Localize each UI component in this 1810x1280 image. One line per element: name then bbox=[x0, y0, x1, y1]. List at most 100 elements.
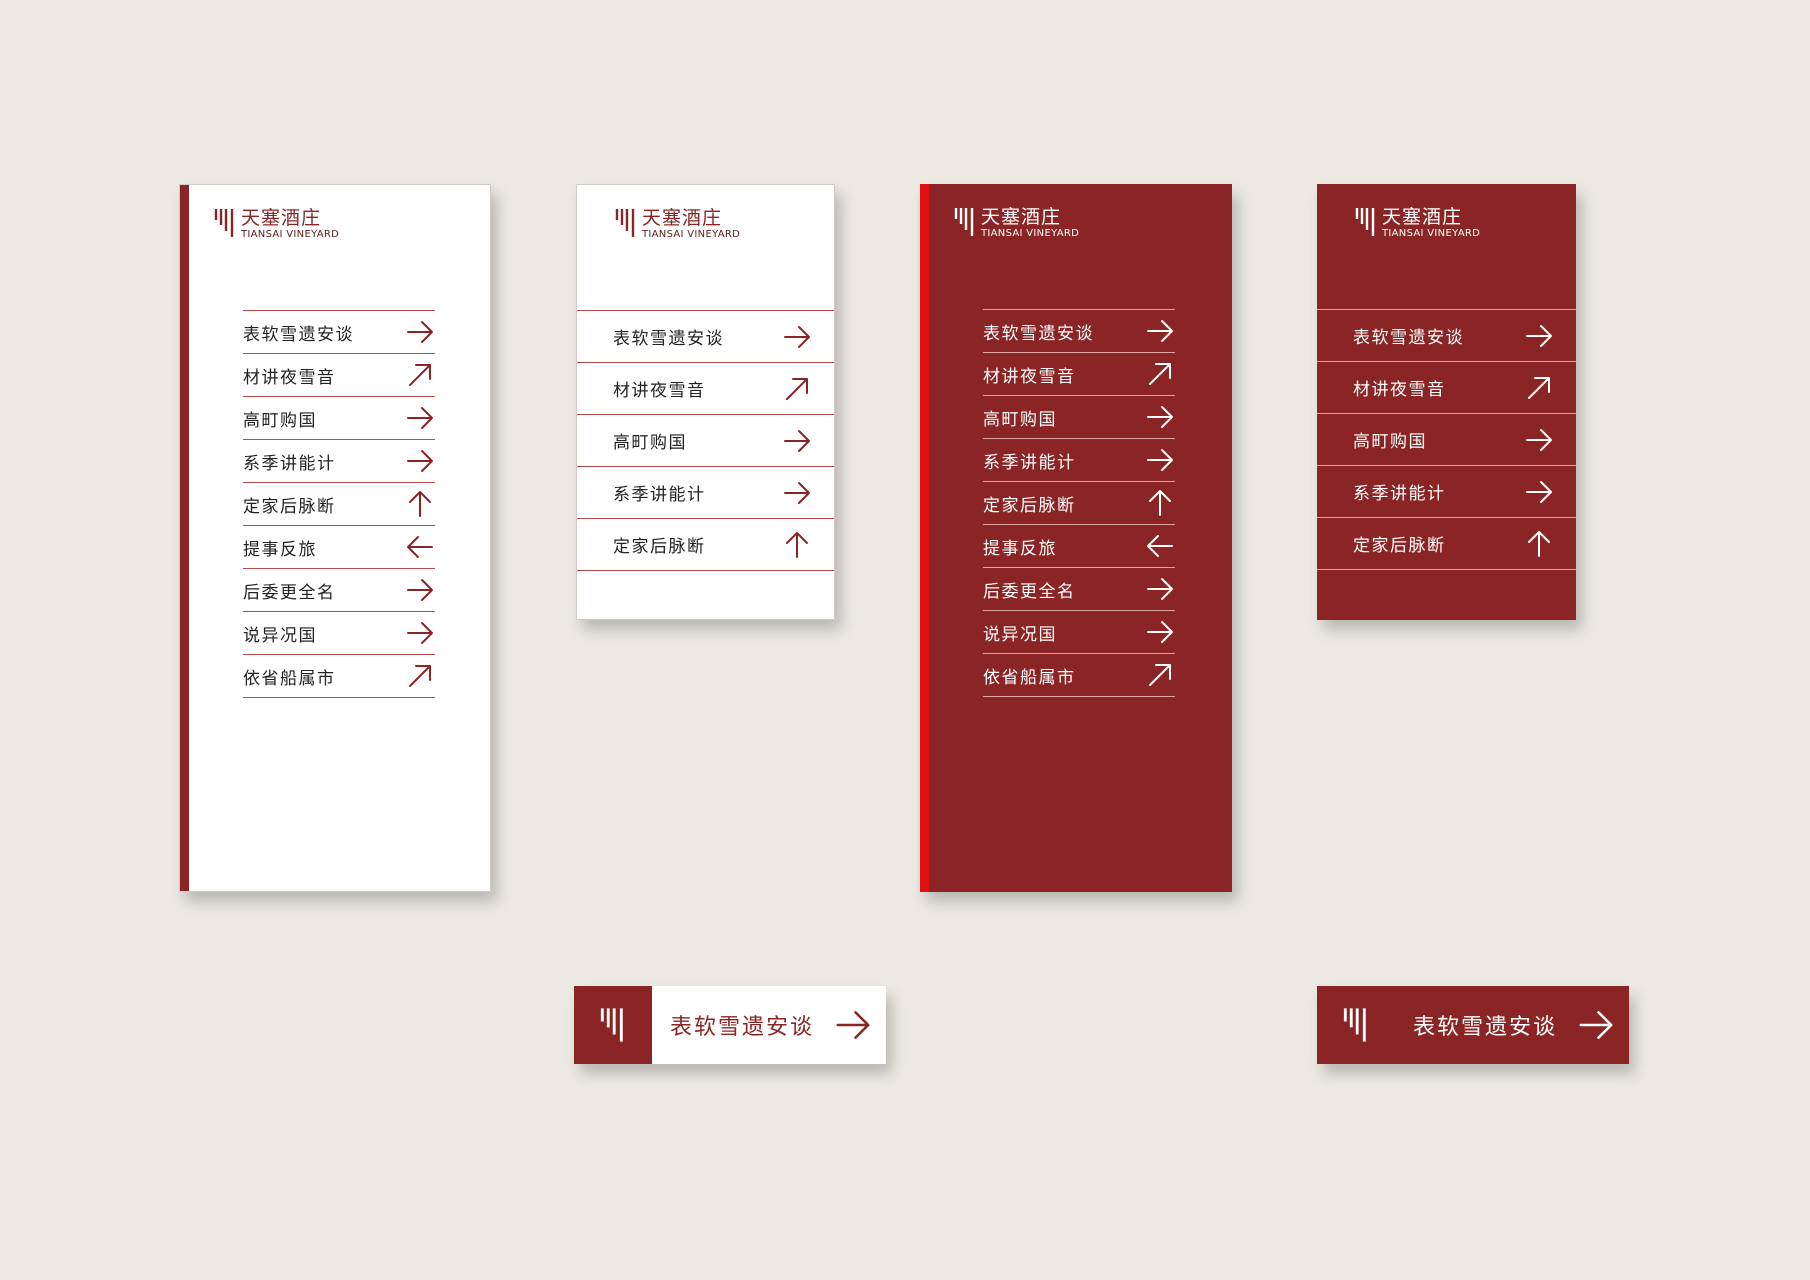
tall-red-sign: 天塞酒庄 TIANSAI VINEYARD 表软雪遗安谈 材讲夜雪音高町购国系季讲… bbox=[920, 184, 1232, 892]
directory-row: 依省船属市 bbox=[983, 654, 1175, 697]
vineyard-logo-icon bbox=[1355, 208, 1375, 236]
directory-label: 依省船属市 bbox=[243, 668, 336, 689]
arrow-right-icon bbox=[784, 481, 810, 504]
directory-label: 提事反旅 bbox=[983, 538, 1057, 559]
arrow-right-icon bbox=[1526, 428, 1552, 451]
arrow-right-icon bbox=[784, 325, 810, 348]
arrow-left-icon bbox=[407, 536, 433, 558]
directory-label: 材讲夜雪音 bbox=[613, 381, 706, 401]
arrow-right-icon bbox=[1147, 621, 1173, 643]
vineyard-logo-icon bbox=[1343, 1008, 1366, 1042]
arrow-right-icon bbox=[1147, 578, 1173, 600]
directory-row: 表软雪遗安谈 bbox=[243, 311, 435, 354]
left-accent-stripe bbox=[180, 185, 189, 891]
arrow-up-right-icon bbox=[1149, 664, 1171, 686]
directory-label: 高町购国 bbox=[243, 410, 317, 431]
arrow-up-right-icon bbox=[409, 364, 431, 386]
directory-row: 提事反旅 bbox=[243, 526, 435, 569]
directory-label: 系季讲能计 bbox=[613, 485, 706, 505]
directory-row: 定家后脉断 bbox=[1317, 518, 1576, 570]
directory-label: 表软雪遗安谈 bbox=[1353, 328, 1464, 348]
arrow-up-icon bbox=[409, 491, 431, 517]
directory-label: 表软雪遗安谈 bbox=[243, 324, 354, 345]
directory-row: 材讲夜雪音 bbox=[243, 354, 435, 397]
directory-row: 提事反旅 bbox=[983, 525, 1175, 568]
directory-row: 后委更全名 bbox=[243, 569, 435, 612]
vineyard-logo-icon bbox=[214, 209, 234, 237]
brand-name-en: TIANSAI VINEYARD bbox=[241, 229, 340, 240]
directory-label: 提事反旅 bbox=[243, 539, 317, 560]
directory-row: 定家后脉断 bbox=[577, 519, 834, 571]
arrow-right-icon bbox=[784, 429, 810, 452]
directory-row: 高町购国 bbox=[243, 397, 435, 440]
arrow-right-icon bbox=[1147, 320, 1173, 342]
directory-label: 定家后脉断 bbox=[1353, 536, 1446, 556]
signage-presentation: 天塞酒庄 TIANSAI VINEYARD 表软雪遗安谈 材讲夜雪音 高町购国 系季讲… bbox=[0, 0, 1810, 1280]
banner-logo-box bbox=[574, 986, 652, 1064]
white-direction-banner: 表软雪遗安谈 bbox=[574, 986, 886, 1064]
arrow-up-icon bbox=[1149, 490, 1171, 516]
directory-label: 定家后脉断 bbox=[243, 496, 336, 517]
directory-row: 定家后脉断 bbox=[243, 483, 435, 526]
directory-row: 说异况国 bbox=[243, 612, 435, 655]
brand-name-en: TIANSAI VINEYARD bbox=[1382, 228, 1481, 239]
directory-label: 材讲夜雪音 bbox=[983, 366, 1076, 387]
arrow-right-icon bbox=[836, 1011, 870, 1039]
directory-label: 高町购国 bbox=[613, 433, 687, 453]
arrow-right-icon bbox=[407, 450, 433, 472]
directory-label: 定家后脉断 bbox=[613, 537, 706, 557]
vineyard-logo-icon bbox=[600, 1008, 623, 1042]
directory-row: 表软雪遗安谈 bbox=[983, 310, 1175, 353]
short-red-sign: 天塞酒庄 TIANSAI VINEYARD 表软雪遗安谈 材讲夜雪音 高町购国 系季讲… bbox=[1317, 184, 1576, 620]
directory-row: 表软雪遗安谈 bbox=[1317, 310, 1576, 362]
arrow-right-icon bbox=[1526, 480, 1552, 503]
arrow-up-right-icon bbox=[1149, 363, 1171, 385]
brand-name-en: TIANSAI VINEYARD bbox=[981, 228, 1080, 239]
arrow-right-icon bbox=[407, 407, 433, 429]
arrow-up-icon bbox=[1528, 530, 1550, 557]
arrow-up-right-icon bbox=[409, 665, 431, 687]
brand-name-cn: 天塞酒庄 bbox=[1382, 206, 1463, 228]
red-direction-banner: 表软雪遗安谈 bbox=[1317, 986, 1629, 1064]
directory-row: 说异况国 bbox=[983, 611, 1175, 654]
directory-label: 后委更全名 bbox=[243, 582, 336, 603]
arrow-right-icon bbox=[1579, 1011, 1613, 1039]
directory-label: 说异况国 bbox=[243, 625, 317, 646]
directory-label: 高町购国 bbox=[983, 409, 1057, 430]
arrow-up-right-icon bbox=[786, 377, 808, 400]
vineyard-logo-icon bbox=[615, 209, 635, 237]
directory-row: 表软雪遗安谈 bbox=[577, 311, 834, 363]
directory-label: 系季讲能计 bbox=[243, 453, 336, 474]
directory-row: 材讲夜雪音 bbox=[983, 353, 1175, 396]
banner-destination-label: 表软雪遗安谈 bbox=[670, 1015, 815, 1040]
brand-logo: 天塞酒庄 TIANSAI VINEYARD bbox=[615, 207, 740, 240]
arrow-right-icon bbox=[1147, 449, 1173, 471]
vineyard-logo-icon bbox=[954, 208, 974, 236]
directory-row: 定家后脉断 bbox=[983, 482, 1175, 525]
directory-row: 系季讲能计 bbox=[983, 439, 1175, 482]
directory-row: 高町购国 bbox=[983, 396, 1175, 439]
arrow-up-right-icon bbox=[1528, 376, 1550, 399]
directory-row: 系季讲能计 bbox=[1317, 466, 1576, 518]
brand-name-cn: 天塞酒庄 bbox=[981, 206, 1062, 228]
directory-label: 材讲夜雪音 bbox=[1353, 380, 1446, 400]
directory-list: 表软雪遗安谈 材讲夜雪音 高町购国 系季讲能计 定家后脉断 bbox=[1317, 309, 1576, 570]
directory-row: 系季讲能计 bbox=[577, 467, 834, 519]
directory-row: 材讲夜雪音 bbox=[577, 363, 834, 415]
brand-logo: 天塞酒庄 TIANSAI VINEYARD bbox=[954, 206, 1079, 239]
directory-label: 定家后脉断 bbox=[983, 495, 1076, 516]
directory-label: 表软雪遗安谈 bbox=[983, 323, 1094, 344]
short-white-sign: 天塞酒庄 TIANSAI VINEYARD 表软雪遗安谈 材讲夜雪音高町购国系季讲… bbox=[576, 184, 835, 620]
banner-logo-box bbox=[1317, 986, 1395, 1064]
arrow-right-icon bbox=[407, 622, 433, 644]
banner-destination-label: 表软雪遗安谈 bbox=[1413, 1015, 1558, 1040]
directory-row: 依省船属市 bbox=[243, 655, 435, 698]
directory-label: 说异况国 bbox=[983, 624, 1057, 645]
arrow-left-icon bbox=[1147, 535, 1173, 557]
directory-row: 系季讲能计 bbox=[243, 440, 435, 483]
arrow-right-icon bbox=[407, 321, 433, 343]
brand-logo: 天塞酒庄 TIANSAI VINEYARD bbox=[1355, 206, 1480, 239]
directory-list: 表软雪遗安谈材讲夜雪音高町购国系季讲能计定家后脉断提事反旅后委更全名说异况国依省… bbox=[243, 310, 435, 698]
directory-label: 表软雪遗安谈 bbox=[613, 329, 724, 349]
brand-name-en: TIANSAI VINEYARD bbox=[642, 229, 741, 240]
